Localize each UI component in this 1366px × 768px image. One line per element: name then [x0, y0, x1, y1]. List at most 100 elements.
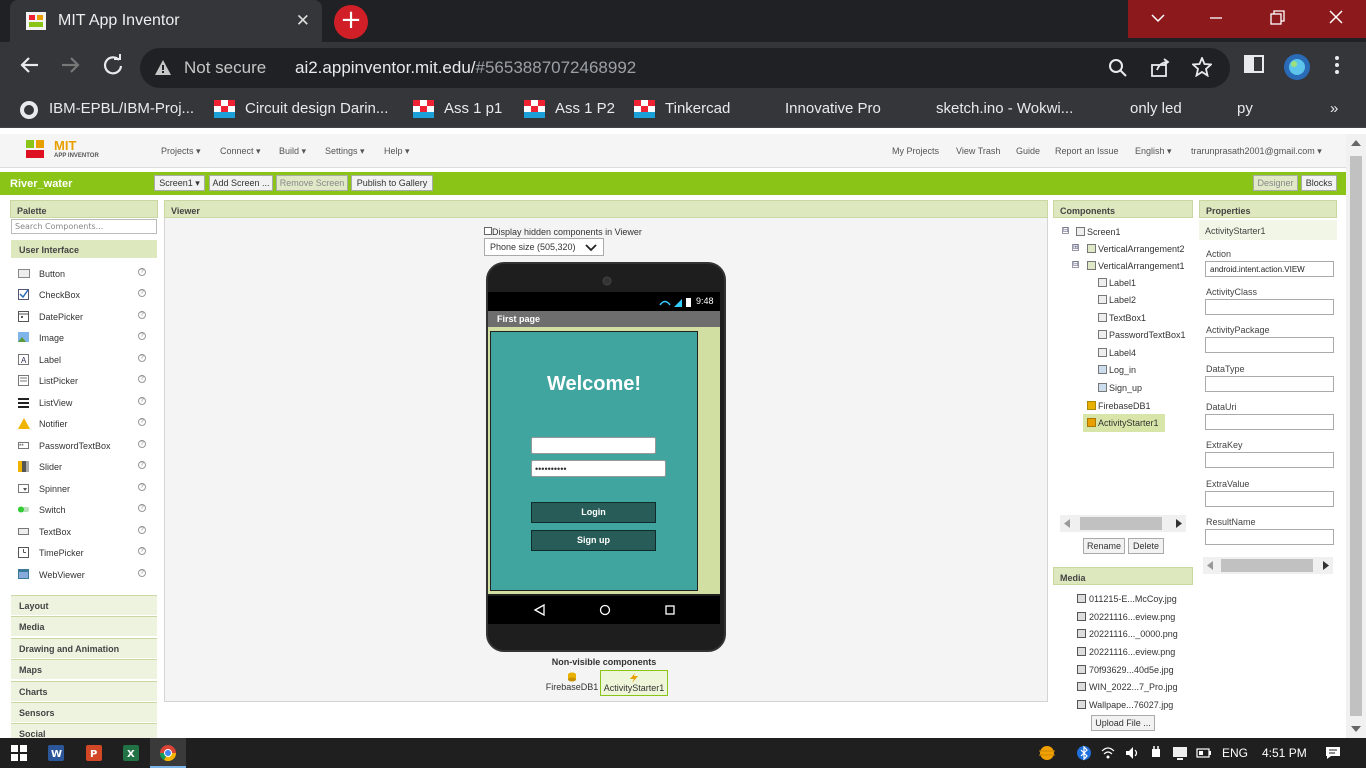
help-icon[interactable]: ?: [138, 440, 146, 448]
media-file[interactable]: 20221116..._0000.png: [1077, 629, 1178, 639]
designer-button[interactable]: Designer: [1253, 175, 1298, 191]
page-scrollbar[interactable]: [1346, 134, 1366, 738]
components-hscrollbar[interactable]: [1060, 515, 1186, 532]
tree-node-label1[interactable]: Label1: [1098, 278, 1136, 288]
power-plug-icon[interactable]: [1148, 745, 1164, 761]
windows-start-icon[interactable]: [11, 745, 27, 761]
notifications-icon[interactable]: [1325, 745, 1341, 761]
help-icon[interactable]: ?: [138, 332, 146, 340]
input-language[interactable]: ENG: [1222, 746, 1248, 760]
bookmark-item[interactable]: Circuit design Darin...: [245, 100, 388, 117]
delete-button[interactable]: Delete: [1128, 538, 1164, 554]
language-select[interactable]: English ▾: [1135, 146, 1172, 157]
nonvisible-activitystarter[interactable]: ActivityStarter1: [600, 670, 668, 696]
bookmark-item[interactable]: py: [1237, 100, 1253, 117]
menu-help[interactable]: Help ▾: [384, 146, 410, 157]
side-panel-icon[interactable]: [1244, 54, 1264, 80]
signup-button[interactable]: Sign up: [531, 530, 656, 551]
palette-item-textbox[interactable]: TextBox?: [18, 522, 150, 542]
blocks-button[interactable]: Blocks: [1301, 175, 1337, 191]
palette-category-layout[interactable]: Layout: [11, 595, 157, 615]
tree-node-sign-up[interactable]: Sign_up: [1098, 383, 1142, 393]
palette-category-maps[interactable]: Maps: [11, 659, 157, 679]
help-icon[interactable]: ?: [138, 354, 146, 362]
profile-avatar[interactable]: [1283, 53, 1311, 87]
help-icon[interactable]: ?: [138, 461, 146, 469]
back-arrow-icon[interactable]: [18, 54, 40, 82]
help-icon[interactable]: ?: [138, 483, 146, 491]
restore-icon[interactable]: [1256, 8, 1296, 30]
collapse-toggle-icon[interactable]: ⊟: [1072, 261, 1079, 268]
palette-item-image[interactable]: Image?: [18, 328, 150, 348]
address-bar[interactable]: Not secure ai2.appinventor.mit.edu/#5653…: [140, 48, 1230, 88]
help-icon[interactable]: ?: [138, 504, 146, 512]
help-icon[interactable]: ?: [138, 375, 146, 383]
minimize-icon[interactable]: [1196, 8, 1236, 30]
properties-hscrollbar[interactable]: [1203, 557, 1333, 574]
taskbar-chrome-active[interactable]: [150, 738, 186, 768]
tree-node-label4[interactable]: Label4: [1098, 348, 1136, 358]
media-file[interactable]: Wallpape...76027.jpg: [1077, 700, 1173, 710]
clock-time[interactable]: 4:51 PM: [1262, 746, 1307, 760]
screen-select[interactable]: Screen1 ▾: [154, 175, 205, 191]
display-icon[interactable]: [1172, 745, 1188, 761]
bookmarks-overflow-icon[interactable]: »: [1330, 100, 1338, 117]
palette-item-slider[interactable]: Slider?: [18, 457, 150, 477]
palette-item-notifier[interactable]: Notifier?: [18, 414, 150, 434]
palette-item-listpicker[interactable]: ListPicker?: [18, 371, 150, 391]
wifi-icon[interactable]: [1100, 745, 1116, 761]
palette-item-switch[interactable]: Switch?: [18, 500, 150, 520]
palette-item-passwordtextbox[interactable]: ** PasswordTextBox?: [18, 436, 150, 456]
bookmark-item[interactable]: Ass 1 p1: [444, 100, 502, 117]
phone-size-select[interactable]: Phone size (505,320): [484, 238, 604, 256]
welcome-label[interactable]: Welcome!: [490, 373, 698, 396]
rename-button[interactable]: Rename: [1083, 538, 1125, 554]
help-icon[interactable]: ?: [138, 268, 146, 276]
help-icon[interactable]: ?: [138, 311, 146, 319]
bookmark-item[interactable]: Innovative Pro: [785, 100, 881, 117]
help-icon[interactable]: ?: [138, 547, 146, 555]
help-icon[interactable]: ?: [138, 289, 146, 297]
tab-close-icon[interactable]: ✕: [296, 11, 310, 31]
help-icon[interactable]: ?: [138, 526, 146, 534]
palette-category-sensors[interactable]: Sensors: [11, 702, 157, 722]
expand-toggle-icon[interactable]: ⊞: [1072, 244, 1079, 251]
palette-category-charts[interactable]: Charts: [11, 681, 157, 701]
prop-input-activitypackage[interactable]: [1205, 337, 1334, 353]
powerpoint-icon[interactable]: P: [86, 745, 102, 761]
help-icon[interactable]: ?: [138, 418, 146, 426]
bluetooth-icon[interactable]: [1076, 745, 1092, 761]
palette-search-input[interactable]: Search Components...: [11, 219, 157, 234]
link-report-issue[interactable]: Report an Issue: [1055, 146, 1119, 156]
prop-input-action[interactable]: android.intent.action.VIEW: [1205, 261, 1334, 277]
forward-arrow-icon[interactable]: [60, 54, 82, 82]
remove-screen-button[interactable]: Remove Screen: [276, 175, 348, 191]
login-button[interactable]: Login: [531, 502, 656, 523]
app-inventor-logo[interactable]: MIT APP INVENTOR: [24, 138, 114, 162]
bookmark-item[interactable]: IBM-EPBL/IBM-Proj...: [49, 100, 194, 117]
browser-menu-icon[interactable]: [1330, 54, 1344, 82]
tree-node-textbox1[interactable]: TextBox1: [1098, 313, 1146, 323]
tree-node-passwordtextbox1[interactable]: PasswordTextBox1: [1098, 330, 1186, 340]
media-file[interactable]: 20221116...eview.png: [1077, 612, 1175, 622]
browser-tab[interactable]: MIT App Inventor ✕: [10, 0, 322, 42]
close-window-icon[interactable]: [1316, 8, 1356, 30]
palette-item-button[interactable]: Button?: [18, 264, 150, 284]
palette-item-checkbox[interactable]: CheckBox?: [18, 285, 150, 305]
tree-node-activitystarter1[interactable]: ActivityStarter1: [1083, 414, 1165, 432]
warning-icon[interactable]: [154, 59, 172, 80]
bookmark-item[interactable]: Ass 1 P2: [555, 100, 615, 117]
tree-node-log-in[interactable]: Log_in: [1098, 365, 1136, 375]
tree-node-label2[interactable]: Label2: [1098, 295, 1136, 305]
tree-node-va1[interactable]: VerticalArrangement1: [1087, 261, 1185, 271]
add-screen-button[interactable]: Add Screen ...: [209, 175, 273, 191]
menu-projects[interactable]: Projects ▾: [161, 146, 201, 157]
share-icon[interactable]: [1150, 58, 1170, 81]
weather-icon[interactable]: [1036, 745, 1058, 761]
palette-item-label[interactable]: A Label?: [18, 350, 150, 370]
palette-item-timepicker[interactable]: TimePicker?: [18, 543, 150, 563]
publish-gallery-button[interactable]: Publish to Gallery: [351, 175, 433, 191]
reload-icon[interactable]: [102, 54, 124, 82]
media-file[interactable]: 20221116...eview.png: [1077, 647, 1175, 657]
palette-category-user-interface[interactable]: User Interface: [11, 240, 157, 258]
